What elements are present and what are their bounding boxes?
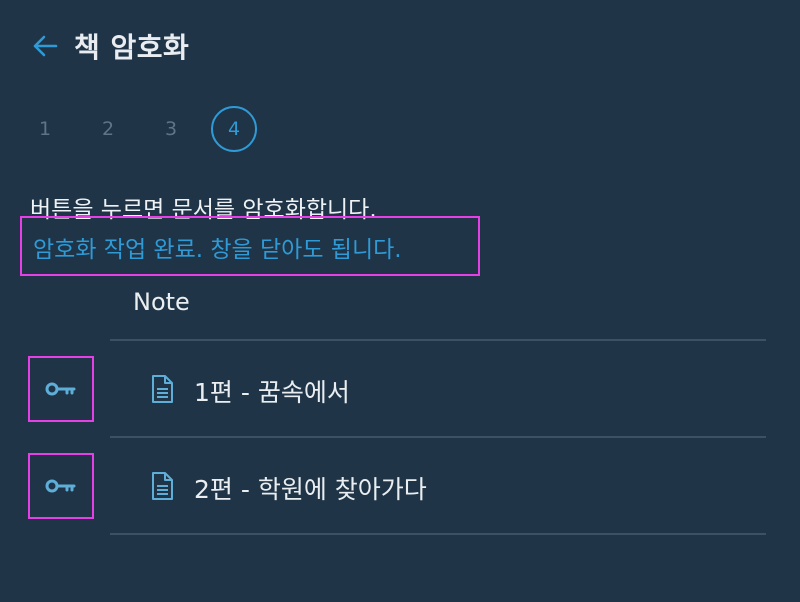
- header: 책 암호화: [28, 26, 189, 66]
- encrypt-key-button[interactable]: [28, 356, 94, 422]
- step-indicator: 1 2 3 4: [22, 106, 274, 152]
- step-4-active[interactable]: 4: [211, 106, 257, 152]
- step-2[interactable]: 2: [85, 106, 131, 152]
- step-3[interactable]: 3: [148, 106, 194, 152]
- back-button[interactable]: [28, 29, 62, 63]
- status-message-box: 암호화 작업 완료. 창을 닫아도 됩니다.: [20, 216, 480, 276]
- status-message: 암호화 작업 완료. 창을 닫아도 됩니다.: [33, 237, 402, 263]
- step-1[interactable]: 1: [22, 106, 68, 152]
- note-title[interactable]: 2편 - 학원에 찾아가다: [194, 470, 427, 506]
- column-header-note: Note: [133, 288, 190, 316]
- document-icon: [152, 472, 173, 500]
- page-title: 책 암호화: [74, 31, 190, 64]
- document-icon: [152, 375, 173, 403]
- table-divider: [110, 436, 766, 438]
- key-icon: [45, 479, 76, 493]
- table-divider: [110, 339, 766, 341]
- table-divider: [110, 533, 766, 535]
- key-icon: [45, 382, 76, 396]
- note-title[interactable]: 1편 - 꿈속에서: [194, 373, 350, 409]
- encrypt-key-button[interactable]: [28, 453, 94, 519]
- arrow-left-icon: [33, 35, 58, 57]
